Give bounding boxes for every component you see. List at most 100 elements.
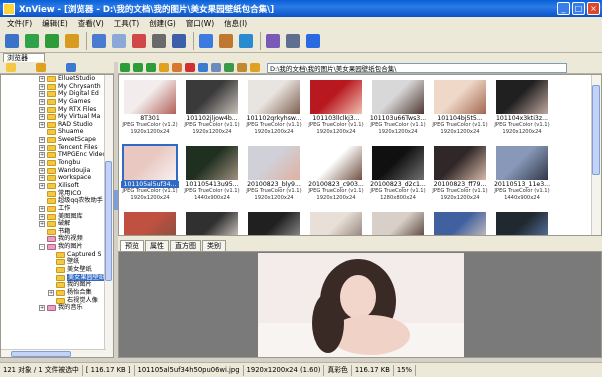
thumbnail-item[interactable]: 20100823_ff79... JPEG TrueColor (v1.1) 192… [431, 141, 489, 205]
tree-item[interactable]: 美女果园壁纸 [1, 273, 113, 282]
tab-histogram[interactable]: 直方图 [170, 240, 201, 251]
thumbnail-item[interactable]: 101103u66Tws3... JPEG TrueColor (v1.1) 192… [369, 75, 427, 139]
copy-button[interactable] [110, 32, 128, 50]
expand-toggle-icon[interactable]: + [39, 160, 45, 167]
tree-item[interactable]: + 工作 [1, 205, 113, 213]
path-field[interactable] [267, 62, 567, 73]
sort-icon[interactable] [224, 63, 234, 72]
forward-arrow-button[interactable] [63, 32, 81, 50]
favorite-icon[interactable] [250, 63, 260, 72]
tree-item[interactable]: Captured S [1, 251, 113, 259]
thumbnail-item[interactable]: 101102qrkyhsw... JPEG TrueColor (v1.1) 192… [245, 75, 303, 139]
view-mode-icon[interactable] [211, 63, 221, 72]
thumbnail-item[interactable] [493, 207, 551, 235]
info-button[interactable] [304, 32, 322, 50]
slideshow-button[interactable] [197, 32, 215, 50]
tree-item[interactable]: + SweetScape [1, 136, 113, 144]
expand-toggle-icon[interactable]: + [39, 305, 45, 312]
tree-item[interactable]: + Tencent Files [1, 144, 113, 152]
tree-item[interactable]: + 杨怡合集 [1, 289, 113, 297]
expand-toggle-icon[interactable]: - [39, 244, 45, 251]
expand-toggle-icon[interactable]: + [39, 114, 45, 121]
expand-toggle-icon[interactable]: + [39, 221, 45, 228]
filter-icon[interactable] [237, 63, 247, 72]
expand-toggle-icon[interactable]: + [39, 213, 45, 220]
scan-button[interactable] [170, 32, 188, 50]
tree-item[interactable]: + My Digital Ed [1, 90, 113, 98]
open-button[interactable] [90, 32, 108, 50]
menu-tools[interactable]: 工具(T) [109, 18, 144, 29]
tree-item[interactable]: + Wandoujia [1, 167, 113, 175]
thumbnail-item[interactable]: 20100823_bly9... JPEG TrueColor (v1.1) 192… [245, 141, 303, 205]
tree-vertical-scrollbar[interactable] [104, 75, 113, 357]
expand-toggle-icon[interactable]: + [39, 152, 45, 159]
tree-item[interactable]: 壁纸 [1, 258, 113, 266]
tree-item[interactable]: + My Virtual Ma [1, 113, 113, 121]
tab-preview[interactable]: 预览 [120, 240, 144, 251]
thumbnail-item[interactable]: 101104x3kti3z... JPEG TrueColor (v1.1) 192… [493, 75, 551, 139]
expand-toggle-icon[interactable]: + [39, 182, 45, 189]
folder-icon[interactable] [6, 63, 16, 72]
thumbnail-item[interactable] [431, 207, 489, 235]
tree-item[interactable]: 超级qq农牧助手 [1, 197, 113, 205]
tree-item[interactable]: 书籍 [1, 228, 113, 236]
thumbnail-item[interactable]: 20100823_d2c1... JPEG TrueColor (v1.1) 128… [369, 141, 427, 205]
expand-toggle-icon[interactable]: + [39, 91, 45, 98]
tree-item[interactable]: 美女壁纸 [1, 266, 113, 274]
thumbnail-item[interactable] [183, 207, 241, 235]
folder-tree[interactable]: + ElluetStudio + My Chrysanth + My Digital Ed… [0, 74, 114, 358]
tab-categories[interactable]: 类别 [202, 240, 226, 251]
thumbnail-item[interactable] [245, 207, 303, 235]
tab-browser[interactable]: 浏览器 [3, 53, 45, 62]
browser-button[interactable] [3, 32, 21, 50]
rotate-icon[interactable] [198, 63, 208, 72]
delete-icon[interactable] [185, 63, 195, 72]
tree-hscroll-thumb[interactable] [11, 351, 71, 357]
convert-button[interactable] [264, 32, 282, 50]
menu-info[interactable]: 信息(I) [219, 18, 252, 29]
maximize-button[interactable]: □ [572, 2, 585, 15]
menu-edit[interactable]: 编辑(E) [37, 18, 73, 29]
expand-toggle-icon[interactable]: + [39, 83, 45, 90]
thumbnail-item[interactable] [369, 207, 427, 235]
menu-window[interactable]: 窗口(W) [181, 18, 219, 29]
close-button[interactable]: × [587, 2, 600, 15]
thumbnail-scrollbar[interactable] [591, 75, 601, 235]
thumbnail-item[interactable]: 101103llclkj3... JPEG TrueColor (v1.1) 192… [307, 75, 365, 139]
expand-toggle-icon[interactable]: + [39, 205, 45, 212]
tab-properties[interactable]: 属性 [145, 240, 169, 251]
compare-button[interactable] [217, 32, 235, 50]
tree-scroll-thumb[interactable] [105, 161, 112, 281]
thumbnail-item[interactable]: 101104bj5t5... JPEG TrueColor (v1.1) 1920x… [431, 75, 489, 139]
expand-toggle-icon[interactable]: + [39, 98, 45, 105]
tree-item[interactable]: + Tongbu [1, 159, 113, 167]
nav-up-icon[interactable] [146, 63, 156, 72]
settings-button[interactable] [284, 32, 302, 50]
tree-item[interactable]: + My Chrysanth [1, 83, 113, 91]
tree-item[interactable]: + Xilisoft [1, 182, 113, 190]
favorites-icon[interactable] [36, 63, 46, 72]
tree-item[interactable]: + 破解 [1, 220, 113, 228]
thumbnail-scroll-thumb[interactable] [592, 85, 600, 175]
minimize-button[interactable]: _ [557, 2, 570, 15]
tree-item[interactable]: 右视觉人像 [1, 297, 113, 305]
tree-item[interactable]: + 我的音乐 [1, 304, 113, 312]
thumbnail-grid[interactable]: 8T301 JPEG TrueColor (v1.2) 1920x1200x24 10… [118, 74, 602, 236]
expand-toggle-icon[interactable]: + [39, 167, 45, 174]
nav-back-icon[interactable] [120, 63, 130, 72]
menu-create[interactable]: 创建(G) [144, 18, 181, 29]
back-arrow-button[interactable] [43, 32, 61, 50]
web-button[interactable] [237, 32, 255, 50]
thumbnail-item[interactable]: 20110513_11e3... JPEG TrueColor (v1.1) 144… [493, 141, 551, 205]
tree-item[interactable]: + workspace [1, 174, 113, 182]
tree-item[interactable]: + TMPGEnc Video [1, 151, 113, 159]
menu-file[interactable]: 文件(F) [2, 18, 37, 29]
thumbnail-item[interactable]: 101105al5uf34... JPEG TrueColor (v1.1) 192… [121, 141, 179, 205]
tree-item[interactable]: 我的视频 [1, 235, 113, 243]
thumbnail-item[interactable]: 8T301 JPEG TrueColor (v1.2) 1920x1200x24 [121, 75, 179, 139]
refresh-button[interactable] [23, 32, 41, 50]
tree-item[interactable]: + RAD Studio [1, 121, 113, 129]
expand-toggle-icon[interactable]: + [39, 137, 45, 144]
thumbnail-item[interactable] [121, 207, 179, 235]
expand-toggle-icon[interactable]: + [39, 144, 45, 151]
